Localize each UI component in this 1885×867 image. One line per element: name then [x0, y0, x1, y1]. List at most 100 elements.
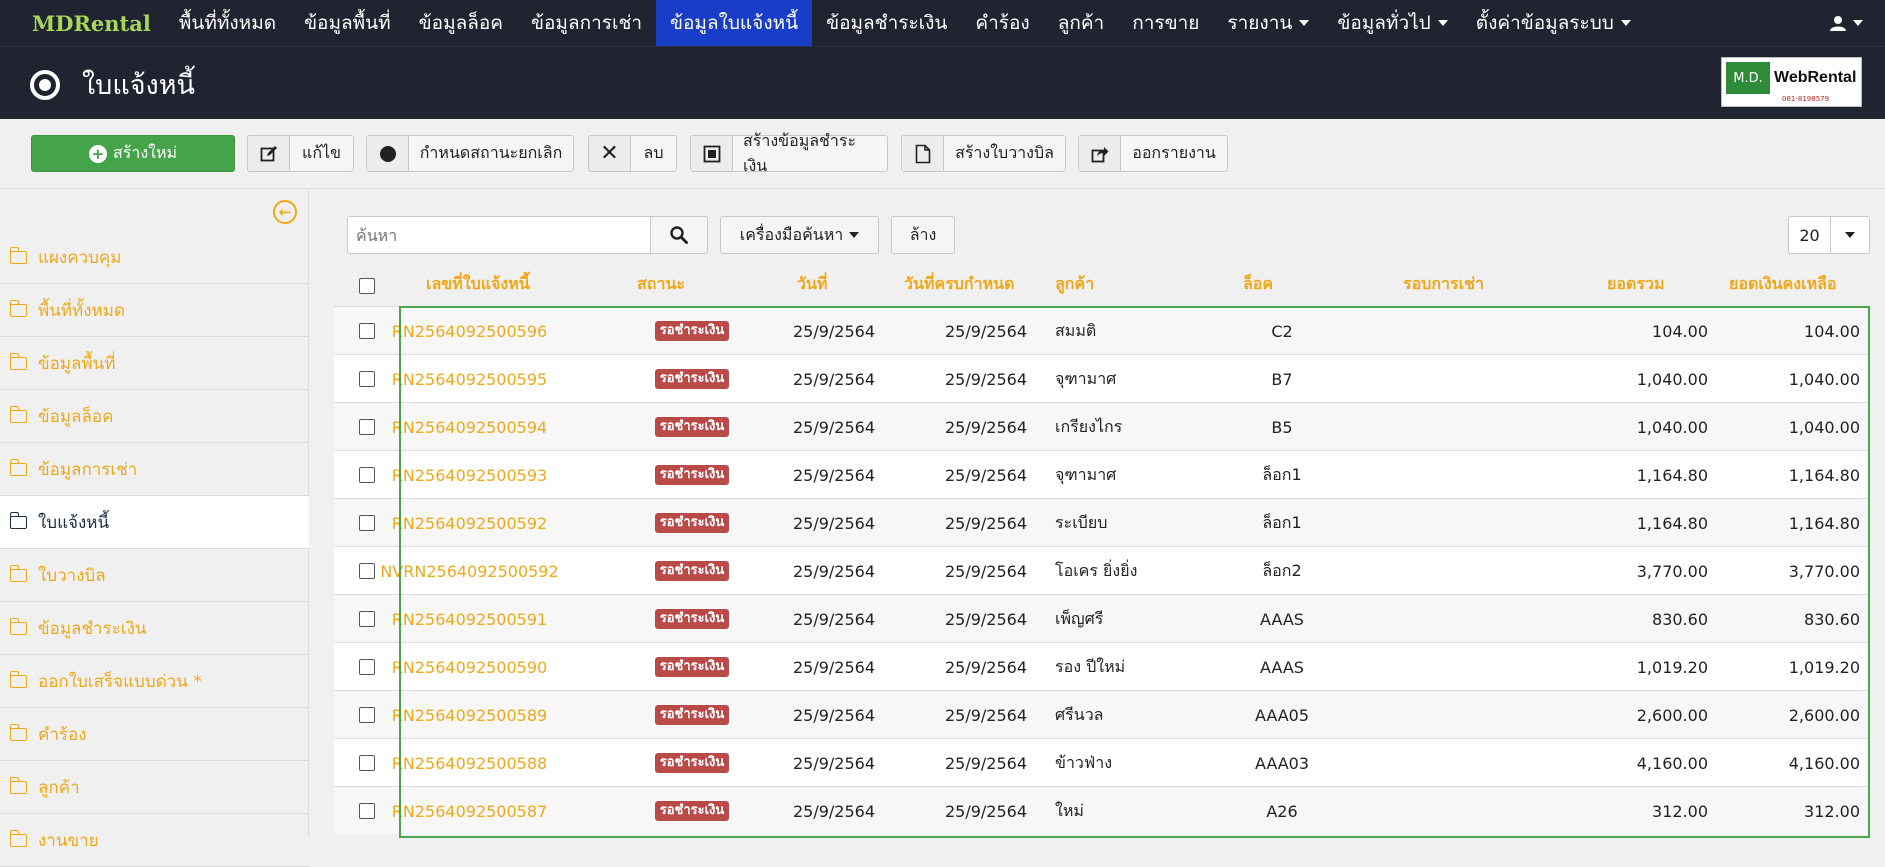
status-cell: รอชำระเงิน	[627, 547, 757, 595]
edit-button[interactable]: แก้ไข	[247, 135, 354, 172]
create-billing-button[interactable]: สร้างใบวางบิล	[901, 135, 1066, 172]
page-size-select[interactable]: 20	[1788, 216, 1870, 254]
page-size-value: 20	[1789, 217, 1831, 253]
due-date-cell: 25/9/2564	[944, 369, 1028, 389]
folder-icon	[9, 246, 27, 264]
header-date[interactable]: วันที่	[797, 272, 827, 297]
sidebar-item-billing[interactable]: ใบวางบิล	[0, 549, 309, 602]
lock-cell: ล็อก1	[1262, 464, 1302, 484]
sidebar-item-dashboard[interactable]: แผงควบคุม	[0, 231, 309, 284]
delete-button[interactable]: ✕ ลบ	[588, 135, 677, 172]
sidebar-item-customers[interactable]: ลูกค้า	[0, 761, 309, 814]
table-row[interactable]: RN2564092500590 รอชำระเงิน 25/9/2564 25/9/2…	[334, 642, 1870, 690]
header-balance[interactable]: ยอดเงินคงเหลือ	[1729, 272, 1837, 297]
header-total[interactable]: ยอดรวม	[1607, 272, 1665, 297]
invoice-no-link[interactable]: RN2564092500588	[334, 739, 605, 787]
chevron-down-icon	[1620, 20, 1631, 26]
invoice-no-link[interactable]: RN2564092500595	[334, 355, 605, 403]
balance-cell: 312.00	[1804, 801, 1860, 821]
invoice-no-link[interactable]: RN2564092500594	[334, 403, 605, 451]
date-cell: 25/9/2564	[792, 417, 876, 437]
table-row[interactable]: RN2564092500587 รอชำระเงิน 25/9/2564 25/9/2…	[334, 786, 1870, 834]
invoice-no-link[interactable]: RN2564092500590	[334, 643, 605, 691]
header-rental-period[interactable]: รอบการเช่า	[1403, 272, 1484, 297]
table-row[interactable]: NVRN2564092500592 รอชำระเงิน 25/9/2564 25/9…	[334, 546, 1870, 594]
status-cell: รอชำระเงิน	[627, 691, 757, 739]
nav-item-requests[interactable]: คำร้อง	[961, 0, 1043, 46]
table-row[interactable]: RN2564092500593 รอชำระเงิน 25/9/2564 25/9/2…	[334, 450, 1870, 498]
search-button[interactable]	[650, 216, 708, 254]
table-row[interactable]: RN2564092500592 รอชำระเงิน 25/9/2564 25/9/2…	[334, 498, 1870, 546]
nav-item-area-info[interactable]: ข้อมูลพื้นที่	[290, 0, 405, 46]
nav-item-general-info[interactable]: ข้อมูลทั่วไป	[1323, 0, 1461, 46]
search-input[interactable]	[347, 216, 651, 254]
sidebar-item-label: ข้อมูลพื้นที่	[38, 353, 116, 374]
sidebar-item-all-areas[interactable]: พื้นที่ทั้งหมด	[0, 284, 309, 337]
total-cell: 2,600.00	[1636, 705, 1708, 725]
nav-item-all-areas[interactable]: พื้นที่ทั้งหมด	[165, 0, 290, 46]
invoice-no-link[interactable]: NVRN2564092500592	[334, 547, 605, 595]
top-navbar: MDRental พื้นที่ทั้งหมด ข้อมูลพื้นที่ ข้…	[0, 0, 1885, 46]
invoice-no-link[interactable]: RN2564092500591	[334, 595, 605, 643]
total-cell: 312.00	[1652, 801, 1708, 821]
sidebar-item-requests[interactable]: คำร้อง	[0, 708, 309, 761]
nav-item-invoice-info[interactable]: ข้อมูลใบแจ้งหนี้	[656, 0, 813, 46]
square-icon	[691, 136, 733, 171]
table-row[interactable]: RN2564092500596 รอชำระเงิน 25/9/2564 25/9/2…	[334, 306, 1870, 354]
nav-item-payment-info[interactable]: ข้อมูลชำระเงิน	[812, 0, 961, 46]
sidebar-item-invoices[interactable]: ใบแจ้งหนี้	[0, 496, 309, 549]
sidebar-item-area-info[interactable]: ข้อมูลพื้นที่	[0, 337, 309, 390]
action-toolbar: + สร้างใหม่ แก้ไข กำหนดสถานะยกเลิก ✕ ลบ …	[0, 119, 1885, 189]
invoice-no-link[interactable]: RN2564092500592	[334, 499, 605, 547]
customer-cell: โอเคร ยิ่งยิ่ง	[1055, 560, 1138, 580]
lock-cell: AAA05	[1254, 705, 1310, 725]
invoice-no-link[interactable]: RN2564092500589	[334, 691, 605, 739]
invoice-no-link[interactable]: RN2564092500596	[334, 307, 605, 355]
balance-cell: 1,040.00	[1788, 369, 1860, 389]
header-due-date[interactable]: วันที่ครบกำหนด	[904, 272, 1014, 297]
table-row[interactable]: RN2564092500591 รอชำระเงิน 25/9/2564 25/9/2…	[334, 594, 1870, 642]
sidebar-item-sales[interactable]: งานขาย	[0, 814, 309, 867]
status-badge: รอชำระเงิน	[654, 800, 730, 822]
table-row[interactable]: RN2564092500594 รอชำระเงิน 25/9/2564 25/9/2…	[334, 402, 1870, 450]
invoice-no-link[interactable]: RN2564092500593	[334, 451, 605, 499]
nav-item-reports[interactable]: รายงาน	[1213, 0, 1323, 46]
nav-item-sales[interactable]: การขาย	[1118, 0, 1213, 46]
customer-cell: ข้าวฟ่าง	[1055, 752, 1113, 772]
sidebar-item-quick-receipt[interactable]: ออกใบเสร็จแบบด่วน *	[0, 655, 309, 708]
nav-item-rental-info[interactable]: ข้อมูลการเช่า	[517, 0, 656, 46]
date-cell: 25/9/2564	[792, 513, 876, 533]
total-cell: 3,770.00	[1636, 561, 1708, 581]
table-row[interactable]: RN2564092500588 รอชำระเงิน 25/9/2564 25/9/2…	[334, 738, 1870, 786]
table-row[interactable]: RN2564092500589 รอชำระเงิน 25/9/2564 25/9/2…	[334, 690, 1870, 738]
create-billing-label: สร้างใบวางบิล	[955, 143, 1054, 162]
sidebar-item-rental-info[interactable]: ข้อมูลการเช่า	[0, 443, 309, 496]
nav-item-customers[interactable]: ลูกค้า	[1044, 0, 1119, 46]
select-all-checkbox[interactable]	[359, 278, 375, 294]
search-tools-dropdown[interactable]: เครื่องมือค้นหา	[720, 216, 879, 254]
status-cell: รอชำระเงิน	[627, 403, 757, 451]
header-invoice-no[interactable]: เลขที่ใบแจ้งหนี้	[426, 272, 530, 297]
status-badge: รอชำระเงิน	[654, 704, 730, 726]
sidebar-item-lock-info[interactable]: ข้อมูลล็อค	[0, 390, 309, 443]
header-customer[interactable]: ลูกค้า	[1055, 272, 1094, 297]
set-cancel-status-button[interactable]: กำหนดสถานะยกเลิก	[366, 135, 574, 172]
create-new-button[interactable]: + สร้างใหม่	[31, 135, 235, 172]
status-cell: รอชำระเงิน	[627, 307, 757, 355]
user-menu[interactable]	[1830, 15, 1863, 31]
sidebar-item-payments[interactable]: ข้อมูลชำระเงิน	[0, 602, 309, 655]
collapse-sidebar-icon[interactable]: ←	[273, 200, 297, 224]
status-badge: รอชำระเงิน	[654, 608, 730, 630]
export-report-button[interactable]: ออกรายงาน	[1078, 135, 1228, 172]
clear-button[interactable]: ล้าง	[891, 216, 955, 254]
header-lock[interactable]: ล็อค	[1243, 272, 1273, 297]
brand-logo[interactable]: MDRental	[0, 11, 165, 36]
total-cell: 1,019.20	[1636, 657, 1708, 677]
nav-item-system-settings[interactable]: ตั้งค่าข้อมูลระบบ	[1462, 0, 1645, 46]
balance-cell: 1,019.20	[1788, 657, 1860, 677]
create-payment-button[interactable]: สร้างข้อมูลชำระเงิน	[690, 131, 888, 175]
nav-item-lock-info[interactable]: ข้อมูลล็อค	[405, 0, 517, 46]
header-status[interactable]: สถานะ	[637, 272, 685, 297]
invoice-no-link[interactable]: RN2564092500587	[334, 787, 605, 835]
table-row[interactable]: RN2564092500595 รอชำระเงิน 25/9/2564 25/9/2…	[334, 354, 1870, 402]
